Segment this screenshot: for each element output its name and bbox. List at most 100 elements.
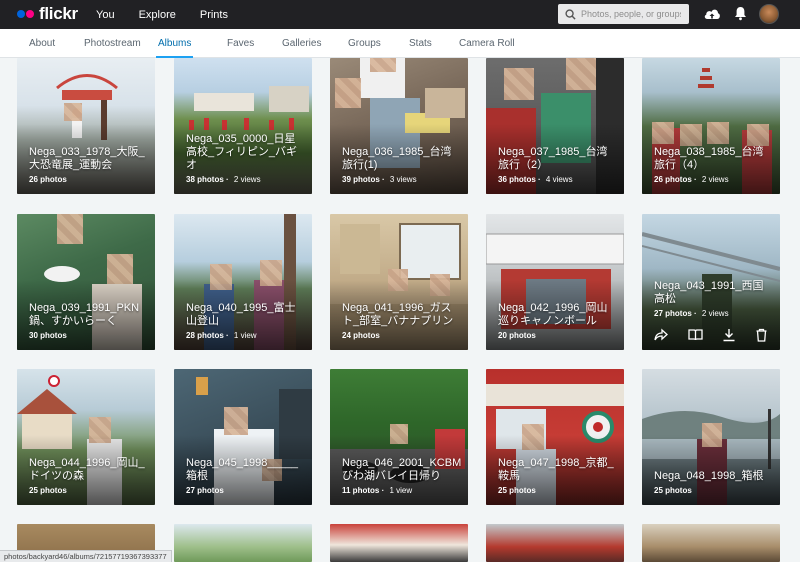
logo-text: flickr: [39, 4, 78, 23]
album-tile[interactable]: [330, 524, 468, 562]
notifications-bell-icon[interactable]: [734, 6, 747, 21]
album-meta: 30 photos: [29, 331, 67, 340]
search-input[interactable]: [581, 9, 681, 19]
download-icon[interactable]: [722, 328, 736, 347]
photo-count: 24 photos: [342, 331, 380, 340]
album-meta: 11 photos · 1 view: [342, 486, 413, 495]
tab-albums[interactable]: Albums: [156, 29, 194, 58]
photo-count: 38 photos: [186, 175, 224, 184]
album-title: Nega_046_2001_KCBMびわ湖バレイ日帰り: [342, 457, 462, 482]
tab-camera-roll[interactable]: Camera Roll: [459, 29, 515, 58]
album-title: Nega_047_1998_京都_鞍馬: [498, 457, 614, 482]
album-tile[interactable]: Nega_045_1998_____箱根 27 photos: [174, 369, 312, 505]
album-tile[interactable]: Nega_039_1991_PKN鍋、すかいらーく 30 photos: [17, 214, 155, 350]
album-tile[interactable]: Nega_048_1998_箱根 25 photos: [642, 369, 780, 505]
photo-count: 27 photos: [654, 309, 692, 318]
album-title: Nega_040_1995_富士山登山: [186, 302, 296, 327]
album-tile[interactable]: Nega_047_1998_京都_鞍馬 25 photos: [486, 369, 624, 505]
profile-subnav: About Photostream Albums Faves Galleries…: [0, 29, 800, 58]
flickr-logo[interactable]: flickr: [17, 4, 78, 24]
nav-you[interactable]: You: [96, 9, 115, 21]
album-tile[interactable]: Nega_044_1996_岡山_ドイツの森 25 photos: [17, 369, 155, 505]
upload-cloud-icon[interactable]: [703, 6, 721, 22]
photo-count: 11 photos: [342, 486, 380, 495]
album-title: Nega_045_1998_____箱根: [186, 457, 298, 482]
album-title: Nega_044_1996_岡山_ドイツの森: [29, 457, 145, 482]
logo-dot-pink: [26, 10, 34, 18]
photo-count: 26 photos: [654, 175, 692, 184]
nav-explore[interactable]: Explore: [139, 9, 176, 21]
album-title: Nega_041_1996_ガスト_部室_バナナプリン: [342, 302, 454, 327]
view-count: 4 views: [545, 175, 573, 184]
photo-count: 28 photos: [186, 331, 224, 340]
album-tile[interactable]: Nega_033_1978_大阪_大恐竜展_運動会 26 photos: [17, 58, 155, 194]
album-meta: 38 photos · 2 views: [186, 175, 261, 184]
album-meta: 25 photos: [654, 486, 692, 495]
top-nav: You Explore Prints: [96, 0, 252, 29]
album-title: Nega_037_1985_台湾旅行（2）: [498, 146, 608, 171]
photo-count: 27 photos: [186, 486, 224, 495]
album-title: Nega_035_0000_日星高校_フィリピン_バギオ: [186, 133, 298, 171]
search-icon: [565, 8, 576, 20]
tab-photostream[interactable]: Photostream: [84, 29, 141, 58]
album-meta: 24 photos: [342, 331, 380, 340]
album-tile[interactable]: Nega_046_2001_KCBMびわ湖バレイ日帰り 11 photos · …: [330, 369, 468, 505]
tab-galleries[interactable]: Galleries: [282, 29, 321, 58]
photo-count: 39 photos: [342, 175, 380, 184]
view-count: 2 views: [233, 175, 261, 184]
album-title: Nega_043_1991_西国高松: [654, 280, 764, 305]
album-tile[interactable]: [486, 524, 624, 562]
album-tile[interactable]: Nega_036_1985_台湾旅行(1) 39 photos · 3 view…: [330, 58, 468, 194]
tab-faves[interactable]: Faves: [227, 29, 254, 58]
album-title: Nega_038_1985_台湾旅行（4）: [654, 146, 764, 171]
album-tile[interactable]: Nega_038_1985_台湾旅行（4） 26 photos · 2 view…: [642, 58, 780, 194]
album-tile[interactable]: Nega_042_1996_岡山巡りキャノンボール 20 photos: [486, 214, 624, 350]
album-meta: 36 photos · 4 views: [498, 175, 573, 184]
photo-count: 25 photos: [29, 486, 67, 495]
photo-count: 20 photos: [498, 331, 536, 340]
tab-stats[interactable]: Stats: [409, 29, 432, 58]
album-meta: 27 photos: [186, 486, 224, 495]
album-title: Nega_036_1985_台湾旅行(1): [342, 146, 452, 171]
album-tile[interactable]: Nega_041_1996_ガスト_部室_バナナプリン 24 photos: [330, 214, 468, 350]
user-avatar[interactable]: [759, 4, 779, 24]
album-meta: 26 photos · 2 views: [654, 175, 729, 184]
photo-count: 30 photos: [29, 331, 67, 340]
album-title: Nega_039_1991_PKN鍋、すかいらーく: [29, 302, 140, 327]
photo-count: 26 photos: [29, 175, 67, 184]
view-count: 1 view: [389, 486, 413, 495]
album-tile[interactable]: Nega_035_0000_日星高校_フィリピン_バギオ 38 photos ·…: [174, 58, 312, 194]
album-title: Nega_048_1998_箱根: [654, 470, 764, 482]
view-count: 2 views: [701, 175, 729, 184]
delete-trash-icon[interactable]: [755, 328, 768, 347]
search-box[interactable]: [558, 4, 689, 24]
logo-dot-blue: [17, 10, 25, 18]
share-icon[interactable]: [654, 328, 668, 347]
album-tile[interactable]: [642, 524, 780, 562]
album-meta: 39 photos · 3 views: [342, 175, 417, 184]
album-tile[interactable]: Nega_040_1995_富士山登山 28 photos · 1 view: [174, 214, 312, 350]
album-tile[interactable]: Nega_037_1985_台湾旅行（2） 36 photos · 4 view…: [486, 58, 624, 194]
album-meta: 25 photos: [498, 486, 536, 495]
albums-grid: Nega_033_1978_大阪_大恐竜展_運動会 26 photos Nega…: [0, 58, 800, 562]
album-meta: 27 photos · 2 views: [654, 309, 729, 318]
album-meta: 28 photos · 1 view: [186, 331, 257, 340]
album-meta: 25 photos: [29, 486, 67, 495]
album-actions: [642, 328, 780, 344]
album-cover: [486, 524, 624, 562]
nav-prints[interactable]: Prints: [200, 9, 228, 21]
view-count: 1 view: [233, 331, 257, 340]
album-title: Nega_033_1978_大阪_大恐竜展_運動会: [29, 146, 145, 171]
browser-status-url: photos/backyard46/albums/721577193673933…: [0, 550, 172, 562]
tab-about[interactable]: About: [29, 29, 55, 58]
open-book-icon[interactable]: [688, 328, 703, 347]
view-count: 2 views: [701, 309, 729, 318]
tab-groups[interactable]: Groups: [348, 29, 381, 58]
album-tile[interactable]: Nega_043_1991_西国高松 27 photos · 2 views: [642, 214, 780, 350]
album-title: Nega_042_1996_岡山巡りキャノンボール: [498, 302, 608, 327]
album-cover: [642, 524, 780, 562]
view-count: 3 views: [389, 175, 417, 184]
photo-count: 25 photos: [498, 486, 536, 495]
album-tile[interactable]: [174, 524, 312, 562]
album-cover: [330, 524, 468, 562]
